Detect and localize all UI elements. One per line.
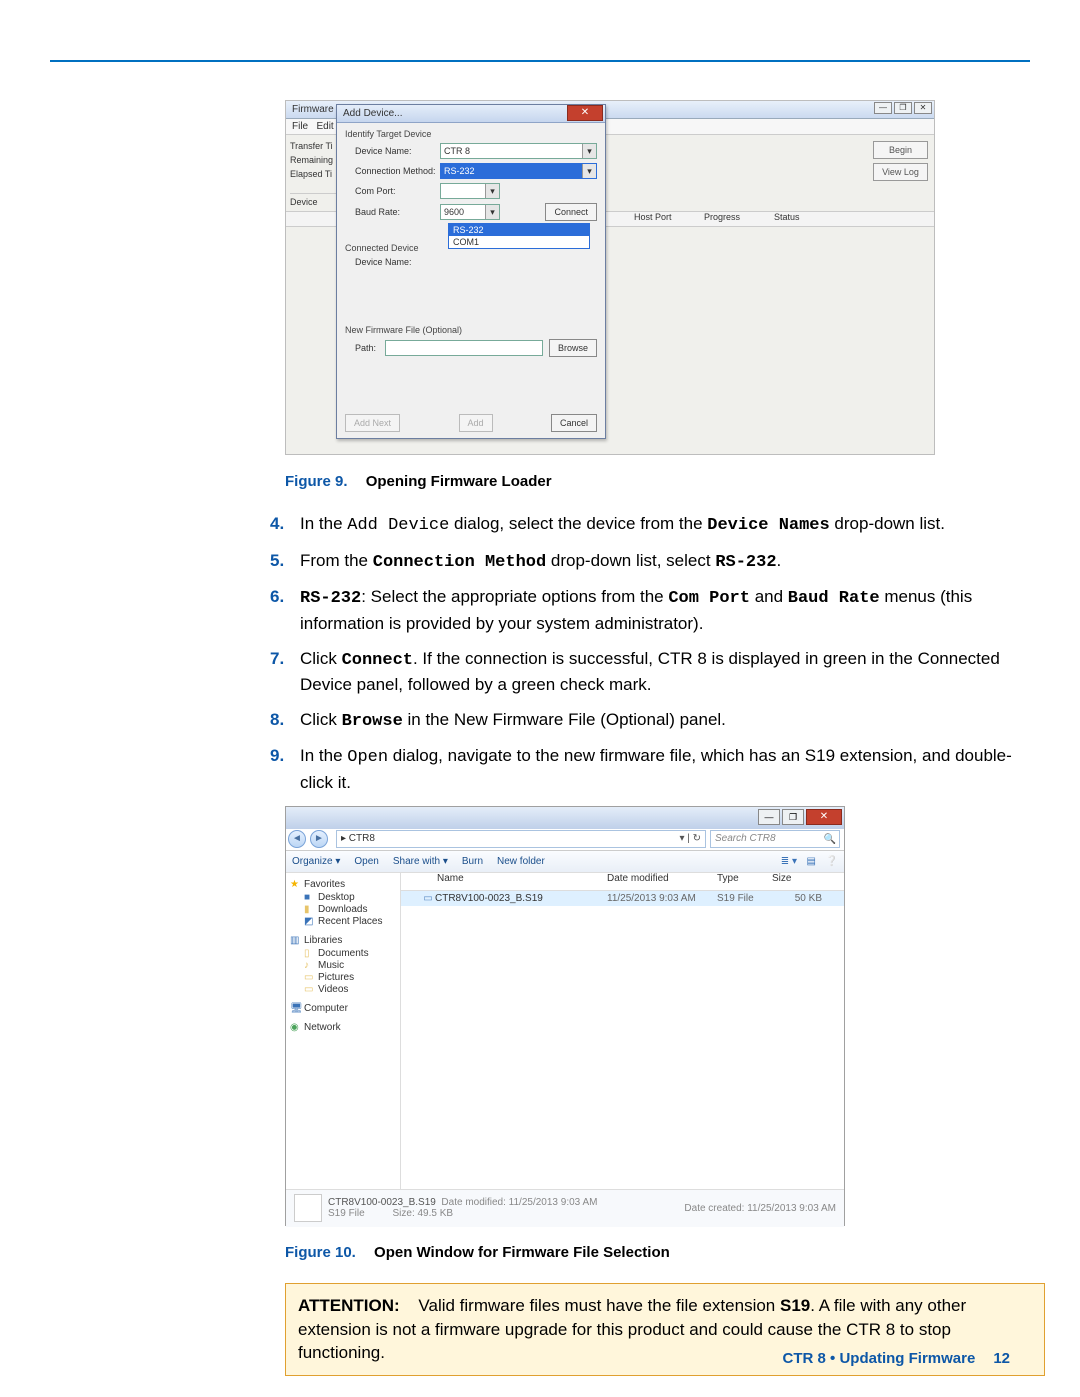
add-device-dialog: Add Device... ✕ Identify Target Device D…: [336, 104, 606, 439]
page-footer: CTR 8 • Updating Firmware12: [783, 1350, 1010, 1367]
baud-rate-select[interactable]: 9600 ▾: [440, 204, 500, 220]
begin-button[interactable]: Begin: [873, 141, 928, 159]
nav-music[interactable]: ♪Music: [290, 960, 396, 971]
target-device-group: Identify Target Device: [337, 123, 605, 141]
nav-videos[interactable]: ▭Videos: [290, 984, 396, 995]
instruction-list: 4. In the Add Device dialog, select the …: [270, 512, 1020, 796]
menu-edit[interactable]: Edit: [316, 121, 333, 132]
folder-icon: ▮: [304, 904, 314, 914]
nav-recent-places[interactable]: ◩Recent Places: [290, 916, 396, 927]
nav-downloads[interactable]: ▮Downloads: [290, 904, 396, 915]
network-group[interactable]: ◉Network: [290, 1022, 396, 1033]
preview-pane-icon[interactable]: ▤: [807, 856, 816, 867]
open-dialog-titlebar: — ❐ ✕: [286, 807, 844, 829]
close-icon[interactable]: ✕: [914, 102, 932, 114]
step-9: 9. In the Open dialog, navigate to the n…: [270, 744, 1020, 795]
step-6: 6. RS-232: Select the appropriate option…: [270, 585, 1020, 636]
chevron-down-icon[interactable]: ▾: [485, 205, 499, 219]
nav-pictures[interactable]: ▭Pictures: [290, 972, 396, 983]
connection-method-select[interactable]: RS-232 ▾: [440, 163, 597, 179]
new-firmware-group: New Firmware File (Optional): [337, 319, 605, 337]
organize-menu[interactable]: Organize ▾: [292, 856, 340, 867]
file-list-pane: Name Date modified Type Size ▭ CTR8V100-…: [401, 873, 844, 1189]
libraries-group[interactable]: ▥Libraries: [290, 935, 396, 946]
add-next-button[interactable]: Add Next: [345, 414, 400, 432]
step-4: 4. In the Add Device dialog, select the …: [270, 512, 1020, 539]
chevron-down-icon[interactable]: ▾: [485, 184, 499, 198]
navigation-pane: ★Favorites ■Desktop ▮Downloads ◩Recent P…: [286, 873, 401, 1189]
nav-desktop[interactable]: ■Desktop: [290, 892, 396, 903]
documents-icon: ▯: [304, 948, 314, 958]
desktop-icon: ■: [304, 892, 314, 902]
connect-button[interactable]: Connect: [545, 203, 597, 221]
dialog-titlebar: Add Device... ✕: [337, 105, 605, 123]
file-row[interactable]: ▭ CTR8V100-0023_B.S19 11/25/2013 9:03 AM…: [401, 891, 844, 906]
figure10-screenshot: — ❐ ✕ ◄ ► ▸ CTR8 ▾ | ↻ Search CTR8 🔍 Org…: [285, 806, 845, 1226]
chevron-down-icon[interactable]: ▾: [582, 144, 596, 158]
minimize-icon[interactable]: —: [758, 809, 780, 825]
help-icon[interactable]: ❔: [826, 856, 838, 867]
cancel-button[interactable]: Cancel: [551, 414, 597, 432]
details-pane: CTR8V100-0023_B.S19 Date modified: 11/25…: [286, 1189, 844, 1227]
device-name-select[interactable]: CTR 8 ▾: [440, 143, 597, 159]
open-button[interactable]: Open: [354, 856, 378, 867]
app-title: Firmware: [292, 104, 334, 115]
videos-icon: ▭: [304, 984, 314, 994]
search-input[interactable]: Search CTR8 🔍: [710, 830, 840, 848]
figure10-caption: Figure 10. Open Window for Firmware File…: [285, 1244, 1020, 1261]
add-button[interactable]: Add: [459, 414, 493, 432]
nav-back-icon[interactable]: ◄: [288, 830, 306, 848]
maximize-icon[interactable]: ❐: [782, 809, 804, 825]
browse-button[interactable]: Browse: [549, 339, 597, 357]
nav-documents[interactable]: ▯Documents: [290, 948, 396, 959]
file-icon: ▭: [421, 893, 435, 904]
search-icon: 🔍: [824, 832, 836, 848]
page-content: Firmware — ❐ ✕ File Edit Transfer Ti Rem…: [60, 100, 1020, 1376]
computer-icon: 🖥: [290, 1003, 300, 1013]
file-thumb-icon: [294, 1194, 322, 1222]
favorites-group[interactable]: ★Favorites: [290, 879, 396, 890]
computer-group[interactable]: 🖥Computer: [290, 1003, 396, 1014]
explorer-toolbar: Organize ▾ Open Share with ▾ Burn New fo…: [286, 851, 844, 873]
address-bar: ◄ ► ▸ CTR8 ▾ | ↻ Search CTR8 🔍: [286, 829, 844, 851]
pictures-icon: ▭: [304, 972, 314, 982]
menu-file[interactable]: File: [292, 121, 308, 132]
minimize-icon[interactable]: —: [874, 102, 892, 114]
figure9-caption: Figure 9. Opening Firmware Loader: [285, 473, 1020, 490]
maximize-icon[interactable]: ❐: [894, 102, 912, 114]
nav-forward-icon[interactable]: ►: [310, 830, 328, 848]
com-port-select[interactable]: ▾: [440, 183, 500, 199]
burn-button[interactable]: Burn: [462, 856, 483, 867]
music-icon: ♪: [304, 960, 314, 970]
chevron-down-icon[interactable]: ▾: [582, 164, 596, 178]
step-5: 5. From the Connection Method drop-down …: [270, 549, 1020, 576]
star-icon: ★: [290, 879, 300, 889]
close-icon[interactable]: ✕: [567, 105, 603, 121]
network-icon: ◉: [290, 1022, 300, 1032]
breadcrumb[interactable]: ▸ CTR8 ▾ | ↻: [336, 830, 706, 848]
column-headers[interactable]: Name Date modified Type Size: [401, 873, 844, 891]
view-log-button[interactable]: View Log: [873, 163, 928, 181]
close-icon[interactable]: ✕: [806, 809, 842, 825]
share-with-menu[interactable]: Share with ▾: [393, 856, 448, 867]
recent-icon: ◩: [304, 916, 314, 926]
figure9-screenshot: Firmware — ❐ ✕ File Edit Transfer Ti Rem…: [285, 100, 935, 455]
libraries-icon: ▥: [290, 935, 300, 945]
view-icon[interactable]: ≣ ▾: [781, 856, 797, 867]
firmware-path-input[interactable]: [385, 340, 543, 356]
new-folder-button[interactable]: New folder: [497, 856, 545, 867]
top-rule: [50, 60, 1030, 62]
connection-method-dropdown[interactable]: RS-232 COM1: [448, 223, 590, 249]
step-7: 7. Click Connect. If the connection is s…: [270, 647, 1020, 698]
step-8: 8. Click Browse in the New Firmware File…: [270, 708, 1020, 735]
